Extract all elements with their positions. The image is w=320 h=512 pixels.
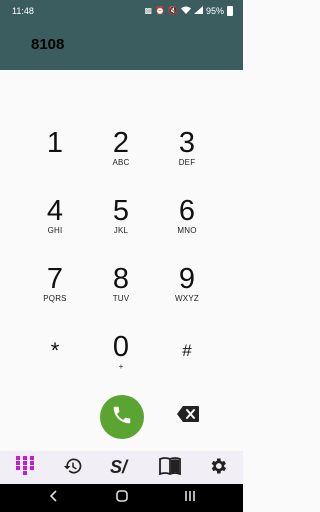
tab-settings[interactable] — [205, 455, 231, 481]
key-letters: ABC — [112, 158, 130, 167]
dialed-number-bar: 8108 — [0, 22, 243, 70]
status-icons: ▩ ⏰ 🔇 95% — [144, 6, 233, 16]
key-letters: MNO — [177, 226, 197, 235]
status-bar: 11:48 ▩ ⏰ 🔇 95% — [0, 0, 243, 22]
battery-percent: 95% — [205, 6, 224, 16]
home-icon — [116, 489, 128, 507]
key-digit: 9 — [178, 263, 196, 295]
alarm-icon: ⏰ — [155, 6, 166, 15]
tab-contacts[interactable] — [157, 455, 183, 481]
key-9[interactable]: 9 WXYZ — [155, 264, 219, 320]
key-digit: 0 — [112, 331, 130, 363]
key-letters: TUV — [112, 294, 130, 303]
key-letters: GHI — [47, 226, 63, 235]
key-8[interactable]: 8 TUV — [89, 264, 153, 320]
backspace-icon — [177, 405, 199, 427]
svg-text:S/: S/ — [110, 457, 129, 476]
phone-icon — [111, 404, 133, 431]
key-digit: 8 — [112, 263, 130, 295]
key-2[interactable]: 2 ABC — [89, 128, 153, 184]
bottom-nav: S/ — [0, 451, 243, 484]
key-letters: DEF — [178, 158, 196, 167]
back-chevron-icon — [49, 489, 59, 507]
wifi-icon — [180, 6, 191, 16]
key-letters: + — [118, 362, 124, 371]
mute-icon: 🔇 — [168, 6, 178, 15]
tab-dialpad[interactable] — [12, 455, 38, 481]
key-digit: 4 — [46, 195, 64, 227]
key-digit: 6 — [178, 195, 196, 227]
key-digit: * — [50, 338, 60, 363]
key-3[interactable]: 3 DEF — [155, 128, 219, 184]
key-star[interactable]: * — [23, 336, 87, 392]
key-digit: 1 — [46, 127, 64, 159]
battery-icon — [227, 6, 233, 16]
call-button[interactable] — [100, 395, 144, 439]
key-4[interactable]: 4 GHI — [23, 196, 87, 252]
key-0[interactable]: 0 + — [89, 332, 153, 388]
tab-speed-dial[interactable]: S/ — [109, 455, 135, 481]
speed-dial-icon: S/ — [110, 456, 134, 481]
status-time: 11:48 — [12, 6, 34, 16]
key-digit: 5 — [112, 195, 130, 227]
key-digit: 3 — [178, 127, 196, 159]
recents-icon — [184, 489, 196, 507]
notification-icon: ▩ — [144, 6, 153, 15]
key-letters: JKL — [113, 226, 129, 235]
history-icon — [63, 456, 83, 481]
key-digit: 7 — [46, 263, 64, 295]
settings-gear-icon — [208, 456, 228, 481]
signal-icon — [193, 6, 203, 16]
dialpad-icon — [16, 455, 34, 481]
key-letters: WXYZ — [175, 294, 199, 303]
key-5[interactable]: 5 JKL — [89, 196, 153, 252]
key-letters: PQRS — [43, 294, 67, 303]
back-button[interactable] — [42, 488, 66, 508]
key-hash[interactable]: # — [155, 336, 219, 392]
key-7[interactable]: 7 PQRS — [23, 264, 87, 320]
recents-button[interactable] — [178, 488, 202, 508]
tab-history[interactable] — [60, 455, 86, 481]
system-nav-bar — [0, 484, 243, 512]
backspace-button[interactable] — [176, 405, 200, 427]
dialed-number[interactable]: 8108 — [31, 36, 64, 53]
contacts-book-icon — [159, 456, 181, 480]
home-button[interactable] — [110, 488, 134, 508]
key-6[interactable]: 6 MNO — [155, 196, 219, 252]
key-digit: # — [182, 341, 192, 360]
key-1[interactable]: 1 — [23, 128, 87, 184]
key-digit: 2 — [112, 127, 130, 159]
